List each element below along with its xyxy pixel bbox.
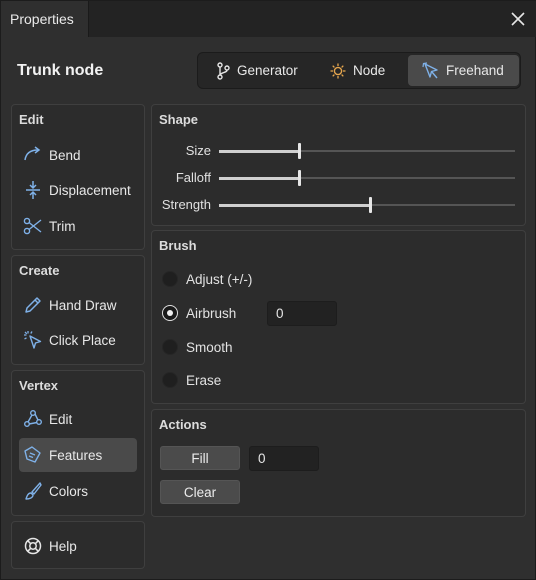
strength-label: Strength	[161, 197, 211, 212]
mode-generator-button[interactable]: Generator	[201, 55, 313, 86]
brush-panel-title: Brush	[159, 238, 197, 253]
size-slider-row: Size	[152, 141, 524, 161]
brush-option-adjust[interactable]: Adjust (+/-)	[162, 267, 252, 291]
tab-label: Properties	[10, 11, 74, 27]
tool-displacement[interactable]: Displacement	[19, 173, 137, 207]
size-slider-handle[interactable]	[298, 143, 301, 159]
title-bar: Properties	[1, 1, 536, 37]
brush-option-smooth[interactable]: Smooth	[162, 335, 233, 359]
tab-properties[interactable]: Properties	[1, 1, 89, 37]
brush-option-erase[interactable]: Erase	[162, 368, 221, 392]
create-panel: Create Hand Draw Click Place	[11, 255, 145, 365]
falloff-slider-row: Falloff	[152, 168, 524, 188]
scissors-icon	[23, 217, 42, 235]
radio-adjust[interactable]	[162, 271, 178, 287]
radio-airbrush[interactable]	[162, 305, 178, 321]
size-label: Size	[185, 143, 211, 158]
tool-click-place[interactable]: Click Place	[19, 323, 137, 357]
actions-panel: Actions Fill 0 Clear	[151, 409, 526, 517]
vertex-panel-title: Vertex	[19, 378, 59, 393]
click-cursor-icon	[24, 331, 42, 349]
fill-button[interactable]: Fill	[160, 446, 240, 470]
strength-slider-handle[interactable]	[369, 197, 372, 213]
tool-features[interactable]: Features	[19, 438, 137, 472]
mode-freehand-button[interactable]: Freehand	[408, 55, 519, 86]
radio-erase[interactable]	[162, 372, 178, 388]
edit-panel-title: Edit	[19, 112, 44, 127]
tool-bend[interactable]: Bend	[19, 138, 137, 172]
shape-panel-title: Shape	[159, 112, 199, 127]
strength-slider[interactable]	[219, 197, 515, 213]
vertex-panel: Vertex Edit Features Colors	[11, 370, 145, 516]
brush-option-airbrush[interactable]: Airbrush	[162, 301, 236, 325]
create-panel-title: Create	[19, 263, 60, 278]
node-title: Trunk node	[17, 62, 104, 79]
tool-colors[interactable]: Colors	[19, 474, 137, 508]
help-panel: Help	[11, 521, 145, 569]
tool-trim[interactable]: Trim	[19, 209, 137, 243]
mode-node-button[interactable]: Node	[315, 55, 407, 86]
tool-hand-draw[interactable]: Hand Draw	[19, 288, 137, 322]
help-button[interactable]: Help	[19, 529, 137, 563]
radio-smooth[interactable]	[162, 339, 178, 355]
tool-vertex-edit[interactable]: Edit	[19, 402, 137, 436]
size-slider[interactable]	[219, 143, 515, 159]
mode-switcher: Generator Node Freehand	[197, 52, 521, 89]
tag-icon	[24, 446, 41, 463]
size-slider-fill	[219, 149, 299, 153]
shape-panel: Shape Size Falloff Strength	[151, 104, 526, 226]
edit-panel: Edit Bend Displacement Trim	[11, 104, 145, 250]
falloff-slider-handle[interactable]	[298, 170, 301, 186]
bend-arrow-icon	[24, 146, 41, 161]
vertex-nodes-icon	[24, 410, 42, 427]
vertical-arrows-icon	[26, 181, 40, 199]
close-button[interactable]	[507, 8, 529, 30]
clear-button[interactable]: Clear	[160, 480, 240, 504]
strength-slider-fill	[219, 203, 370, 207]
strength-slider-row: Strength	[152, 195, 524, 215]
close-icon	[511, 12, 525, 26]
lifebuoy-icon	[24, 537, 42, 555]
fill-value-field[interactable]: 0	[249, 446, 319, 471]
airbrush-value-field[interactable]: 0	[267, 301, 337, 326]
freehand-cursor-icon	[422, 61, 438, 78]
branch-icon	[217, 61, 230, 80]
sun-node-icon	[330, 63, 346, 78]
actions-panel-title: Actions	[159, 417, 207, 432]
properties-window: Properties Trunk node Generator Node Fre…	[0, 0, 536, 580]
brush-icon	[25, 482, 42, 500]
brush-panel: Brush Adjust (+/-) Airbrush 0 Smooth Era…	[151, 230, 526, 404]
pencil-icon	[25, 297, 41, 313]
falloff-slider-fill	[219, 176, 299, 180]
falloff-slider[interactable]	[219, 170, 515, 186]
falloff-label: Falloff	[175, 170, 211, 185]
